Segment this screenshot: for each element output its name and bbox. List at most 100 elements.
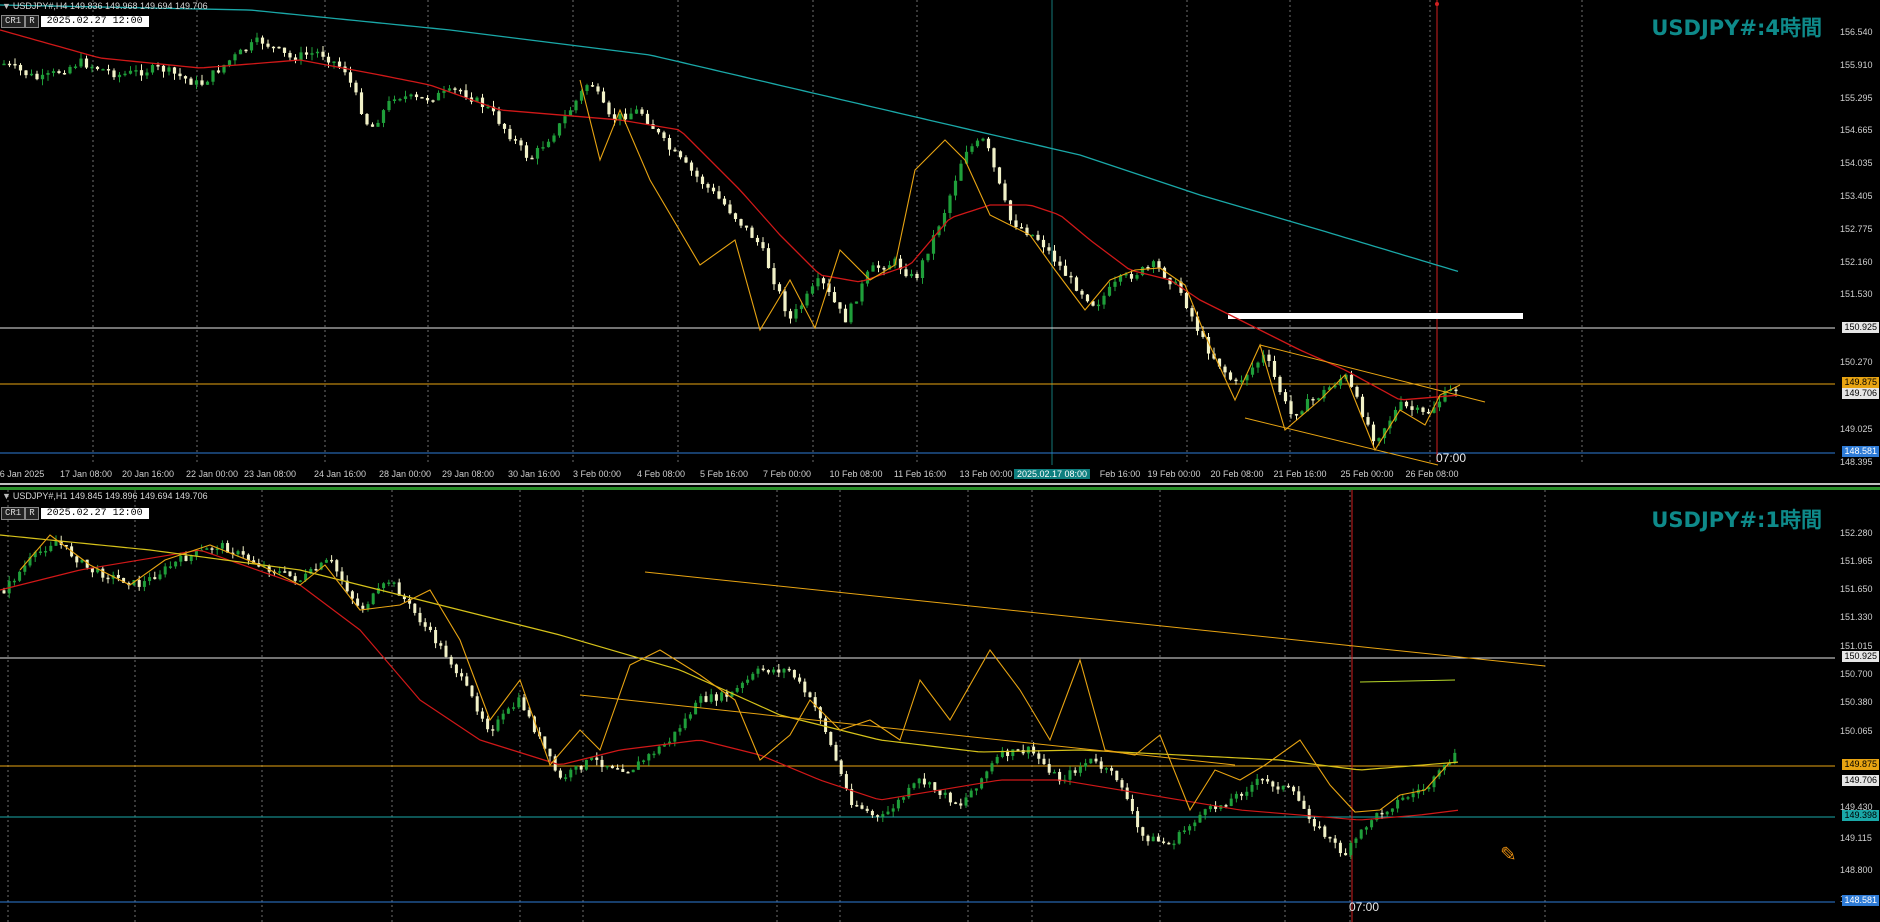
candle-body xyxy=(524,145,529,158)
candle-body xyxy=(1333,838,1337,843)
price-badge-current: 149.706 xyxy=(1842,388,1879,399)
candle-body xyxy=(1255,778,1259,785)
candle-body xyxy=(1146,266,1150,269)
candle-body xyxy=(808,692,812,698)
price-badge-blue: 148.581 xyxy=(1842,895,1879,906)
candle-body xyxy=(332,61,336,64)
candle-body xyxy=(1107,286,1112,296)
candle-body xyxy=(915,273,919,279)
time-tick-label: 17 Jan 08:00 xyxy=(59,469,113,479)
time-axis-h4[interactable]: 6 Jan 2025 17 Jan 08:00 20 Jan 16:00 22 Jan… xyxy=(0,469,1836,483)
channel-lower xyxy=(1244,417,1439,466)
candle-body xyxy=(128,70,133,74)
price-badge-blue: 148.581 xyxy=(1842,446,1879,457)
collapse-triangle-icon[interactable]: ▼ xyxy=(2,491,11,501)
candle-body xyxy=(761,668,765,671)
price-tick-label: 148.800 xyxy=(1840,865,1873,875)
candle-body xyxy=(618,113,622,121)
candle-body xyxy=(1068,770,1072,780)
candle-body xyxy=(233,54,237,61)
price-tick-label: 150.700 xyxy=(1840,669,1873,679)
time-tick-label: 4 Feb 08:00 xyxy=(636,469,686,479)
price-badge-white: 150.925 xyxy=(1842,651,1879,662)
chart-tag-h4: CR1 R 2025.02.27 12:00 xyxy=(1,15,149,28)
candle-body xyxy=(882,267,886,270)
candle-body xyxy=(1037,753,1041,759)
candle-body xyxy=(975,140,980,147)
price-tick-label: 150.065 xyxy=(1840,726,1873,736)
candle-body xyxy=(216,70,221,73)
candle-body xyxy=(1302,800,1306,809)
price-tick-label: 152.160 xyxy=(1840,256,1873,267)
tag-box-a[interactable]: CR1 xyxy=(1,15,26,28)
candle-body xyxy=(1188,826,1192,831)
candle-body xyxy=(673,731,677,742)
candle-body xyxy=(904,269,908,277)
candle-body xyxy=(1390,808,1394,812)
candle-body xyxy=(912,783,916,788)
resistance-box xyxy=(1228,313,1523,319)
candle-body xyxy=(896,799,900,809)
candle-body xyxy=(1371,424,1376,442)
candle-body xyxy=(255,37,259,43)
candle-body xyxy=(18,571,22,581)
candle-body xyxy=(1052,250,1057,262)
price-chart-h4[interactable] xyxy=(0,0,1880,483)
price-axis-h1[interactable]: 152.280 151.965 151.650 151.330 151.015 150.7… xyxy=(1836,490,1880,922)
candle-body xyxy=(414,94,419,98)
candle-body xyxy=(662,132,666,139)
candle-body xyxy=(656,128,661,133)
candle-body xyxy=(694,702,698,715)
price-axis-h4[interactable]: 156.540 155.910 155.295 154.665 154.035 153.4… xyxy=(1836,0,1880,483)
candle-body xyxy=(870,810,874,816)
candle-body xyxy=(90,66,94,69)
candle-body xyxy=(508,128,512,140)
candle-body xyxy=(920,260,925,279)
candle-body xyxy=(838,302,842,309)
candle-body xyxy=(205,548,209,550)
candle-body xyxy=(134,70,138,72)
tag-box-b[interactable]: R xyxy=(25,15,39,28)
price-tick-label: 153.405 xyxy=(1840,191,1873,201)
short-level xyxy=(1359,679,1456,683)
candle-body xyxy=(84,58,89,68)
panel-separator[interactable] xyxy=(0,483,1880,490)
candle-body xyxy=(928,782,932,785)
chart-panel-h1[interactable]: ▼ USDJPY#,H1 149.845 149.896 149.694 149.… xyxy=(0,490,1880,922)
candle-body xyxy=(260,37,265,44)
time-tick-label: 6 Jan 2025 xyxy=(0,469,45,479)
candle-body xyxy=(1344,853,1348,856)
candle-body xyxy=(634,109,639,114)
header-text: USDJPY#,H4 149.836 149.968 149.694 149.7… xyxy=(12,1,208,11)
time-tick-label: 21 Feb 16:00 xyxy=(1273,469,1327,479)
candle-body xyxy=(1162,841,1166,843)
candle-body xyxy=(304,52,309,55)
candle-body xyxy=(1089,758,1093,764)
collapse-triangle-icon[interactable]: ▼ xyxy=(2,1,11,11)
tag-box-a[interactable]: CR1 xyxy=(1,507,26,520)
price-tick-label: 148.395 xyxy=(1840,457,1873,467)
chart-panel-h4[interactable]: ▼ USDJPY#,H4 149.836 149.968 149.694 149.… xyxy=(0,0,1880,483)
candle-body xyxy=(271,46,276,49)
candle-body xyxy=(387,582,391,585)
candle-body xyxy=(480,711,484,719)
candle-body xyxy=(569,769,573,778)
price-tick-label: 151.015 xyxy=(1840,641,1873,651)
price-chart-h1[interactable] xyxy=(0,490,1880,922)
candle-body xyxy=(720,692,724,701)
candle-body xyxy=(106,577,110,580)
candle-body xyxy=(1094,758,1098,762)
price-tick-label: 155.295 xyxy=(1840,92,1873,103)
candle-body xyxy=(68,66,72,74)
crossed-pencil-icon[interactable]: ✎ xyxy=(1500,842,1517,867)
tag-box-b[interactable]: R xyxy=(25,507,39,520)
candle-body xyxy=(35,73,39,80)
candle-body xyxy=(444,645,448,657)
time-tick-label: 26 Feb 08:00 xyxy=(1405,469,1459,479)
candle-body xyxy=(95,66,100,70)
candle-body xyxy=(348,72,353,83)
time-tick-label: 28 Jan 00:00 xyxy=(378,469,432,479)
candle-body xyxy=(1052,771,1056,774)
candle-body xyxy=(519,140,523,146)
candle-body xyxy=(236,551,240,555)
